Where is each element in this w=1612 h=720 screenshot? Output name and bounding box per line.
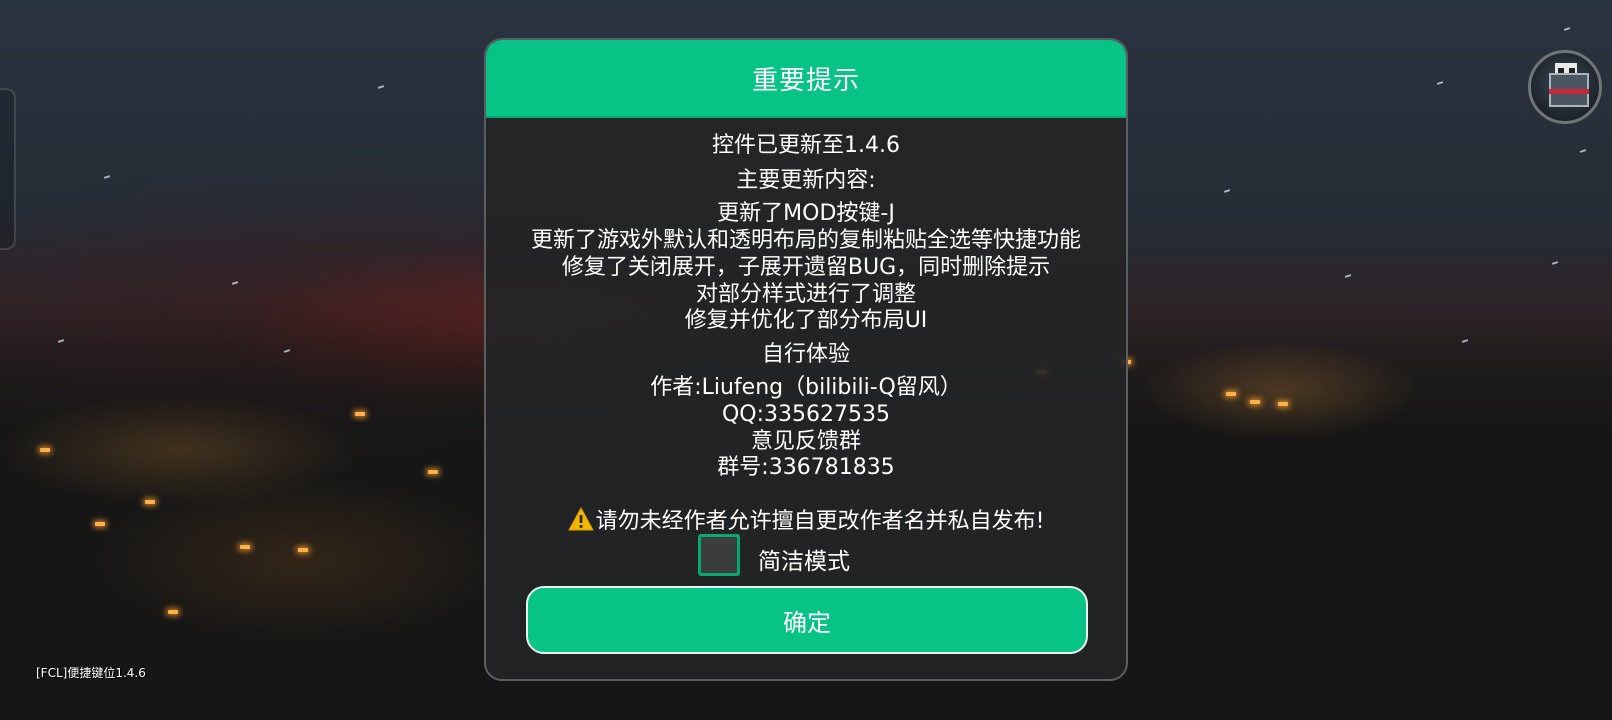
- confirm-button[interactable]: 确定: [526, 586, 1088, 654]
- changelog-item: 修复并优化了部分布局UI: [684, 308, 928, 333]
- village-light: [95, 522, 105, 526]
- village-light: [1250, 400, 1260, 404]
- simple-mode-checkbox[interactable]: [698, 534, 740, 576]
- qq-line: QQ:335627535: [721, 402, 891, 427]
- simple-mode-option: 简洁模式: [486, 532, 1126, 580]
- try-it-line: 自行体验: [761, 342, 850, 367]
- snow-particle: [1436, 81, 1444, 85]
- snow-particle: [231, 281, 239, 285]
- layout-version-label: [FCL]便捷键位1.4.6: [36, 666, 146, 680]
- snow-particle: [1344, 274, 1352, 278]
- feedback-group-line: 意见反馈群: [750, 429, 861, 454]
- snow-particle: [1563, 27, 1571, 31]
- village-light: [428, 470, 438, 474]
- snow-particle: [103, 175, 111, 179]
- village-light: [240, 545, 250, 549]
- warning-notice: 请勿未经作者允许擅自更改作者名并私自发布!: [486, 503, 1126, 535]
- group-number-line: 群号:336781835: [717, 455, 895, 480]
- author-line: 作者:Liufeng（bilibili-Q留风）: [650, 375, 962, 400]
- snow-particle: [377, 85, 385, 89]
- village-light: [1226, 392, 1236, 396]
- simple-mode-label[interactable]: 简洁模式: [758, 542, 850, 576]
- dialog-title: 重要提示: [751, 65, 860, 96]
- village-light: [298, 548, 308, 552]
- player-avatar-button[interactable]: [1528, 50, 1602, 124]
- confirm-button-label: 确定: [783, 608, 831, 637]
- side-panel-handle[interactable]: [0, 88, 16, 250]
- snow-particle: [1579, 149, 1587, 153]
- version-line: 控件已更新至1.4.6: [712, 133, 900, 158]
- changelog-item: 修复了关闭展开，子展开遗留BUG，同时删除提示: [561, 255, 1051, 280]
- snow-particle: [1223, 189, 1231, 193]
- warning-icon: [567, 506, 594, 531]
- snow-particle: [1551, 261, 1559, 265]
- dialog-header: 重要提示: [486, 40, 1126, 118]
- village-light: [145, 500, 155, 504]
- warning-text: 请勿未经作者允许擅自更改作者名并私自发布!: [595, 509, 1045, 534]
- avatar-band: [1549, 89, 1589, 94]
- village-light: [355, 412, 365, 416]
- important-notice-dialog: 重要提示 控件已更新至1.4.6 主要更新内容: 更新了MOD按键-J 更新了游…: [484, 38, 1128, 681]
- village-light: [40, 448, 50, 452]
- village-light: [1278, 402, 1288, 406]
- changelog-heading: 主要更新内容:: [736, 168, 876, 193]
- village-light: [168, 610, 178, 614]
- changelog-item: 更新了MOD按键-J: [717, 201, 895, 226]
- changelog-item: 对部分样式进行了调整: [695, 282, 916, 307]
- changelog-item: 更新了游戏外默认和透明布局的复制粘贴全选等快捷功能: [530, 228, 1081, 253]
